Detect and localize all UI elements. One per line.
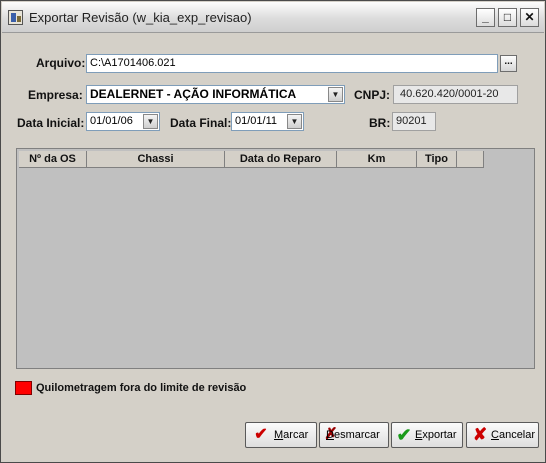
exportar-button[interactable]: ✔ Exportar: [391, 422, 463, 448]
big-check-icon: ✔: [396, 425, 412, 445]
empresa-select[interactable]: DEALERNET - AÇÃO INFORMÁTICA ▼: [86, 85, 345, 104]
column-header-chassi[interactable]: Chassi: [87, 151, 225, 168]
check-icon: ✔: [254, 426, 268, 443]
revision-grid[interactable]: Nº da OS Chassi Data do Reparo Km Tipo: [16, 148, 535, 369]
data-inicial-value: 01/01/06: [90, 115, 133, 127]
desmarcar-accel: D: [326, 429, 334, 441]
empresa-label: Empresa:: [28, 88, 83, 102]
cnpj-field: 40.620.420/0001-20: [393, 85, 518, 104]
data-inicial-select[interactable]: 01/01/06 ▼: [86, 112, 160, 131]
desmarcar-label: esmarcar: [333, 429, 380, 441]
column-header-data-reparo[interactable]: Data do Reparo: [225, 151, 337, 168]
br-field: 90201: [392, 112, 436, 131]
close-button[interactable]: ✕: [520, 8, 539, 27]
marcar-accel: M: [274, 429, 284, 441]
empresa-value: DEALERNET - AÇÃO INFORMÁTICA: [90, 87, 297, 101]
column-header-os[interactable]: Nº da OS: [19, 151, 87, 168]
exportar-label: xportar: [422, 429, 457, 441]
br-label: BR:: [369, 116, 391, 130]
cancelar-label: ancelar: [498, 429, 536, 441]
chevron-down-icon[interactable]: ▼: [328, 87, 343, 102]
chevron-down-icon[interactable]: ▼: [143, 114, 158, 129]
export-revision-window: Exportar Revisão (w_kia_exp_revisao) _ □…: [0, 0, 546, 463]
data-final-value: 01/01/11: [235, 115, 278, 127]
grid-header: Nº da OS Chassi Data do Reparo Km Tipo: [19, 151, 484, 168]
legend-color-swatch: [15, 381, 32, 395]
column-header-blank[interactable]: [457, 151, 484, 168]
desmarcar-button[interactable]: ✗ Desmarcar: [319, 422, 389, 448]
title-bar[interactable]: Exportar Revisão (w_kia_exp_revisao) _ □…: [2, 2, 544, 33]
data-final-select[interactable]: 01/01/11 ▼: [231, 112, 304, 131]
browse-button[interactable]: ...: [500, 55, 517, 72]
legend-text: Quilometragem fora do limite de revisão: [36, 382, 247, 394]
cnpj-label: CNPJ:: [354, 88, 391, 102]
chevron-down-icon[interactable]: ▼: [287, 114, 302, 129]
cancelar-button[interactable]: ✘ Cancelar: [466, 422, 539, 448]
arquivo-label: Arquivo:: [36, 56, 86, 70]
arquivo-input[interactable]: C:\A1701406.021: [86, 54, 498, 73]
column-header-tipo[interactable]: Tipo: [417, 151, 457, 168]
marcar-button[interactable]: ✔ Marcar: [245, 422, 317, 448]
cancelar-accel: C: [491, 429, 499, 441]
column-header-km[interactable]: Km: [337, 151, 417, 168]
window-title: Exportar Revisão (w_kia_exp_revisao): [29, 10, 252, 25]
data-inicial-label: Data Inicial:: [17, 116, 85, 130]
data-final-label: Data Final:: [170, 116, 232, 130]
maximize-button[interactable]: □: [498, 8, 517, 27]
app-icon: [8, 10, 23, 25]
minimize-button[interactable]: _: [476, 8, 495, 27]
x-icon: ✘: [472, 425, 488, 444]
marcar-label: arcar: [283, 429, 309, 441]
